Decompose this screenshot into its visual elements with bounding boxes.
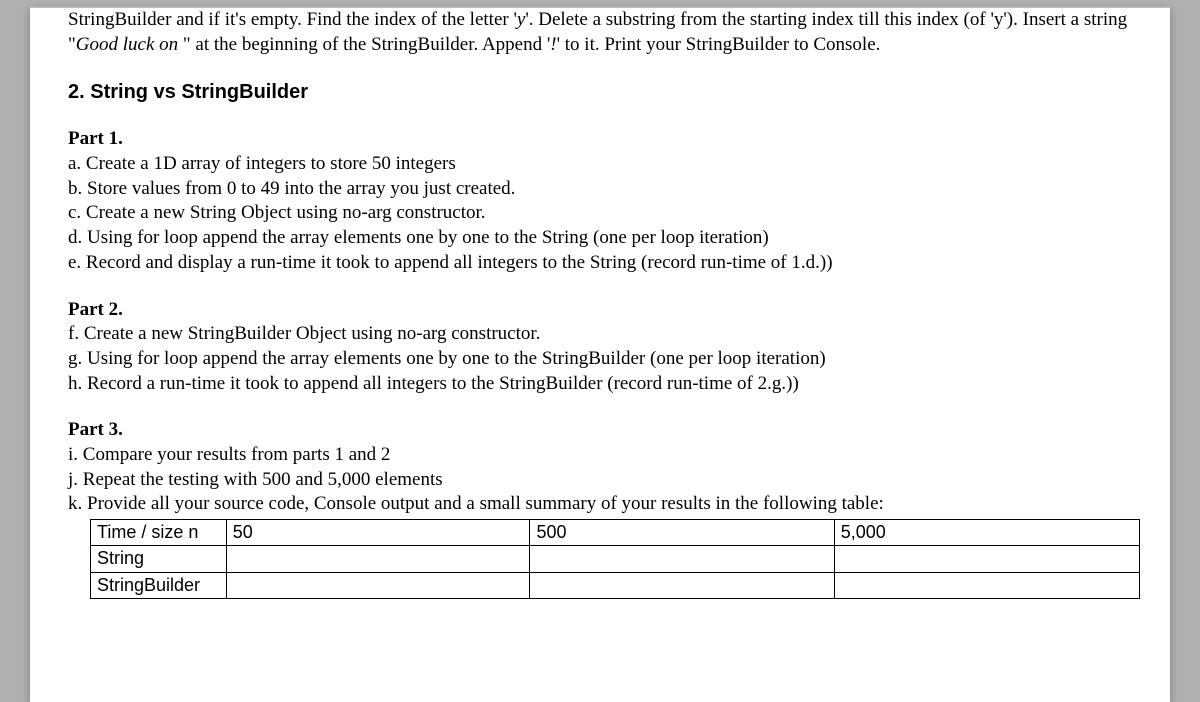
table-cell: [226, 546, 530, 572]
table-header-cell: Time / size n: [91, 520, 227, 546]
document-page: StringBuilder and if it's empty. Find th…: [30, 8, 1170, 702]
part-3-heading: Part 3.: [68, 418, 1132, 443]
intro-text-before-italic: StringBuilder and if it's empty. Find th…: [68, 9, 1127, 55]
table-cell: StringBuilder: [91, 572, 227, 598]
part-1-c: c. Create a new String Object using no-a…: [68, 201, 1132, 226]
table-cell: [834, 572, 1139, 598]
table-cell: [530, 572, 834, 598]
table-cell: String: [91, 546, 227, 572]
table-header-cell: 5,000: [834, 520, 1139, 546]
part-3-block: Part 3. i. Compare your results from par…: [68, 418, 1132, 517]
document-viewport: StringBuilder and if it's empty. Find th…: [0, 0, 1200, 702]
table-row: StringBuilder: [91, 572, 1140, 598]
table-cell: [530, 546, 834, 572]
table-header-row: Time / size n 50 500 5,000: [91, 520, 1140, 546]
section-2-heading: 2. String vs StringBuilder: [68, 79, 1132, 105]
part-1-heading: Part 1.: [68, 127, 1132, 152]
part-2-f: f. Create a new StringBuilder Object usi…: [68, 322, 1132, 347]
table-cell: [834, 546, 1139, 572]
part-1-d: d. Using for loop append the array eleme…: [68, 226, 1132, 251]
table-header-cell: 50: [226, 520, 530, 546]
results-table: Time / size n 50 500 5,000 String String…: [90, 519, 1140, 599]
part-2-block: Part 2. f. Create a new StringBuilder Ob…: [68, 298, 1132, 397]
part-3-i: i. Compare your results from parts 1 and…: [68, 443, 1132, 468]
part-1-e: e. Record and display a run-time it took…: [68, 251, 1132, 276]
table-header-cell: 500: [530, 520, 834, 546]
table-row: String: [91, 546, 1140, 572]
part-1-a: a. Create a 1D array of integers to stor…: [68, 152, 1132, 177]
part-2-heading: Part 2.: [68, 298, 1132, 323]
table-cell: [226, 572, 530, 598]
part-1-b: b. Store values from 0 to 49 into the ar…: [68, 177, 1132, 202]
part-3-k: k. Provide all your source code, Console…: [68, 492, 1132, 517]
intro-paragraph: StringBuilder and if it's empty. Find th…: [68, 8, 1132, 57]
part-3-j: j. Repeat the testing with 500 and 5,000…: [68, 468, 1132, 493]
part-1-block: Part 1. a. Create a 1D array of integers…: [68, 127, 1132, 275]
part-2-g: g. Using for loop append the array eleme…: [68, 347, 1132, 372]
part-2-h: h. Record a run-time it took to append a…: [68, 372, 1132, 397]
